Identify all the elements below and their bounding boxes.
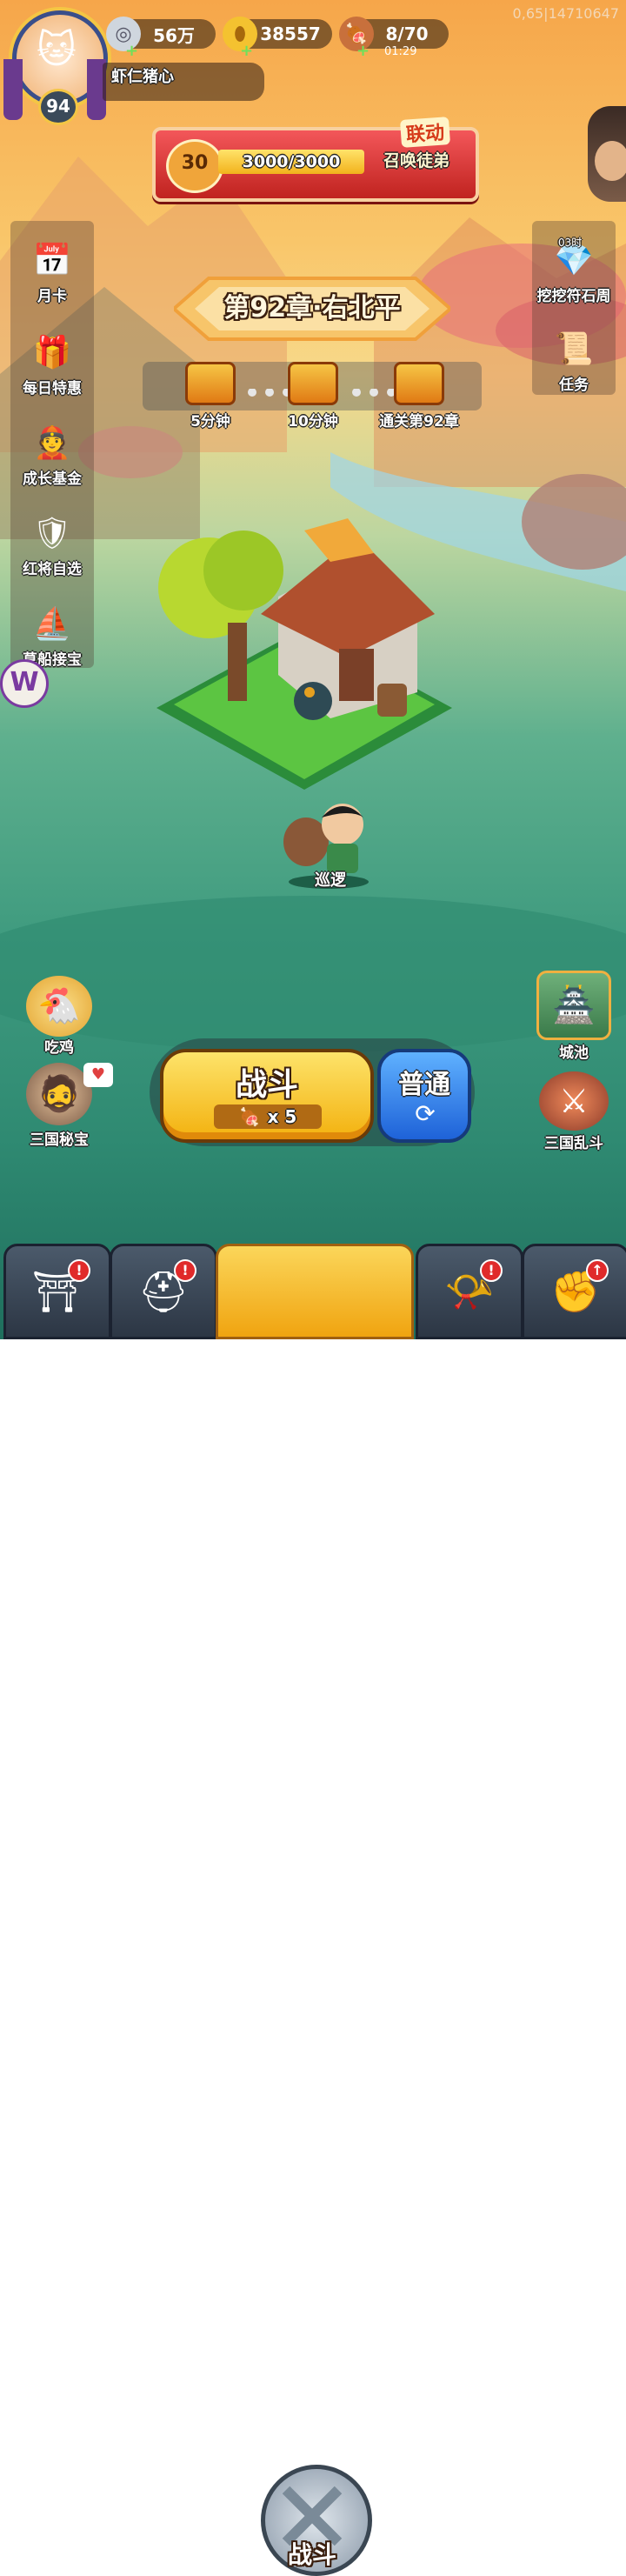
left-menu-label: 红将自选 [23, 561, 82, 578]
city-gate-icon: 🏯 [536, 971, 611, 1040]
left-menu-item-0[interactable]: 📅 月卡 [10, 230, 94, 305]
event-level-badge: 30 [166, 139, 223, 193]
chapter-banner: 第92章·右北平 [174, 275, 450, 343]
chapter-title: 第92章·右北平 [223, 293, 401, 324]
left-menu-item-4[interactable]: ⛵ 草船接宝 [10, 593, 94, 669]
nav-battle-label: 战斗 [287, 2540, 336, 2569]
nav-equipment[interactable]: 📯 [416, 1244, 523, 1339]
camp-scene [156, 518, 452, 790]
right-menu-label: 挖挖符石周 [536, 288, 611, 305]
collab-tag: 联动 [399, 117, 451, 148]
left-menu-label: 每日特惠 [23, 380, 82, 397]
right-menu-item-1[interactable]: 📜 任务 [532, 318, 616, 394]
add-silver-icon[interactable]: + [125, 43, 138, 59]
nav-upgrade[interactable]: ✊ [522, 1244, 626, 1339]
right-menu-badge: 03时 [558, 237, 583, 249]
left-menu-item-1[interactable]: 🎁 每日特惠 [10, 322, 94, 397]
calendar-card-icon: 📅 [32, 243, 72, 278]
player-avatar[interactable]: 🐱 94 [3, 7, 108, 125]
treasure-chest-icon [185, 362, 236, 405]
add-gold-icon[interactable]: + [240, 43, 253, 59]
meat-drumstick-icon: 🍖 [238, 1106, 261, 1127]
player-name: 虾仁猪心 [103, 63, 264, 101]
event-banner[interactable]: 30 3000/3000 召唤徒弟 联动 [152, 117, 479, 202]
cat-avatar-icon: 🐱 [37, 28, 77, 72]
chicken-icon: 🐔 [26, 976, 92, 1037]
bottom-nav: ⛩ ! ⛑ ! 战斗 📯 ! ✊ ↑ [0, 1244, 626, 2576]
treasure-label: 三国秘宝 [30, 1131, 89, 1149]
player-level: 94 [38, 89, 78, 125]
feature-chicken[interactable]: 🐔 吃鸡 [17, 976, 101, 1057]
gold-value: 38557 [260, 23, 321, 44]
left-menu-label: 成长基金 [23, 470, 82, 488]
chicken-label: 吃鸡 [44, 1039, 74, 1057]
add-stamina-icon[interactable]: + [356, 43, 370, 59]
left-menu-item-3[interactable]: 🛡 红将自选 [10, 503, 94, 578]
silver-value: 56万 [153, 24, 195, 46]
summon-disciple-label[interactable]: 召唤徒弟 [383, 148, 450, 171]
battle-button[interactable]: 战斗 🍖 x 5 [160, 1049, 374, 1143]
palace-alert-icon: ! [68, 1259, 90, 1282]
nav-heroes[interactable]: ⛑ [110, 1244, 217, 1339]
nav-palace[interactable]: ⛩ [3, 1244, 111, 1339]
brawl-label: 三国乱斗 [544, 1135, 603, 1152]
right-menu-label: 任务 [559, 377, 589, 394]
battle-cost-value: x 5 [267, 1106, 297, 1127]
w-logo-icon[interactable]: W [0, 659, 49, 708]
feature-city[interactable]: 🏯 城池 [532, 971, 616, 1062]
chest-label: 10分钟 [288, 413, 338, 430]
battle-cost: 🍖 x 5 [214, 1104, 322, 1129]
red-general-icon: 🛡 [32, 516, 72, 551]
fortune-god-icon: 👲 [32, 425, 72, 461]
city-label: 城池 [559, 1044, 589, 1062]
left-menu-item-2[interactable]: 👲 成长基金 [10, 412, 94, 488]
mode-label: 普通 [398, 1070, 450, 1100]
reward-chest-2[interactable]: 通关第92章 [365, 362, 473, 430]
npc-portrait[interactable] [588, 106, 626, 202]
heroes-alert-icon: ! [174, 1259, 196, 1282]
stamina-timer: 01:29 [384, 45, 417, 58]
feature-brawl[interactable]: ⚔ 三国乱斗 [532, 1071, 616, 1152]
equipment-alert-icon: ! [480, 1259, 503, 1282]
reward-chest-1[interactable]: 10分钟 [271, 362, 355, 430]
battle-label: 战斗 [235, 1067, 298, 1103]
gift-bag-icon: 🎁 [32, 335, 72, 370]
mode-toggle-button[interactable]: 普通 ⟳ [377, 1049, 471, 1143]
patrol-label: 巡逻 [315, 871, 346, 890]
reward-chest-0[interactable]: 5分钟 [170, 362, 250, 430]
debug-readout: 0,65|14710647 [512, 5, 619, 22]
scroll-icon: 📜 [554, 331, 594, 367]
right-menu-item-0[interactable]: 💎 03时 挖挖符石周 [532, 230, 616, 305]
advisor-portrait-icon: 🧔 [26, 1063, 92, 1125]
brawl-warriors-icon: ⚔ [539, 1071, 609, 1131]
left-menu-label: 月卡 [37, 288, 67, 305]
chest-label: 5分钟 [190, 413, 230, 430]
refresh-icon: ⟳ [415, 1099, 436, 1128]
treasure-chest-icon [288, 362, 338, 405]
feature-three-kingdoms-treasure[interactable]: 🧔 ♥ 三国秘宝 [17, 1063, 113, 1149]
event-progress-bar: 3000/3000 [218, 150, 364, 174]
upgrade-arrow-icon: ↑ [586, 1259, 609, 1282]
stamina-value: 8/70 [385, 23, 429, 44]
treasure-chest-icon [394, 362, 444, 405]
straw-boat-icon: ⛵ [32, 606, 72, 642]
event-progress-text: 3000/3000 [242, 152, 341, 171]
chest-label: 通关第92章 [379, 413, 459, 430]
heart-bubble-icon: ♥ [83, 1063, 113, 1087]
nav-battle[interactable] [216, 1244, 414, 1339]
